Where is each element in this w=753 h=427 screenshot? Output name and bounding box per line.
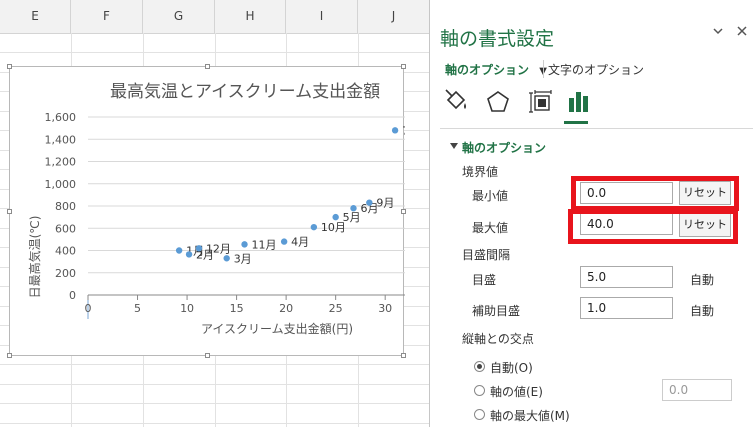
section-divider	[440, 128, 753, 129]
resize-handle-bottom-left[interactable]	[7, 353, 12, 358]
radio-selected-dot	[477, 364, 482, 369]
radio-axis-max[interactable]	[474, 409, 485, 420]
column-header-h[interactable]: H	[215, 0, 286, 33]
spreadsheet-area[interactable]: E F G H I J 最高気温とアイスクリーム支出金額 日最高気温(℃) アイ…	[0, 0, 429, 427]
x-tick-label: 5	[134, 302, 141, 315]
size-properties-icon[interactable]	[527, 88, 555, 116]
major-auto-label: 自動	[690, 273, 715, 287]
data-point	[391, 127, 399, 134]
tab-axis-options[interactable]: 軸のオプション ▼	[445, 61, 547, 78]
column-header-i[interactable]: I	[286, 0, 358, 33]
chart-area[interactable]: 最高気温とアイスクリーム支出金額 日最高気温(℃) アイスクリーム支出金額(円)…	[7, 64, 406, 358]
major-input[interactable]: 5.0	[580, 266, 673, 288]
y-tick-label: 400	[55, 245, 76, 258]
max-label: 最大値	[472, 221, 509, 235]
major-label: 目盛	[472, 273, 497, 287]
x-tick-label: 15	[230, 302, 244, 315]
resize-handle-top[interactable]	[205, 64, 210, 69]
radio-axis-value[interactable]	[474, 385, 485, 396]
resize-handle-bottom-right[interactable]	[401, 353, 406, 358]
y-tick-label: 1,000	[45, 178, 77, 191]
pane-controls	[713, 24, 747, 40]
option-icon-row	[442, 88, 742, 128]
data-point	[195, 245, 203, 252]
resize-handle-top-left[interactable]	[7, 64, 12, 69]
y-axis-label: 日最高気温(℃)	[27, 216, 42, 299]
column-header-g[interactable]: G	[143, 0, 215, 33]
y-tick-label: 600	[55, 222, 76, 235]
min-label: 最小値	[472, 189, 509, 203]
y-tick-label: 800	[55, 200, 76, 213]
data-point	[366, 199, 373, 206]
resize-handle-left[interactable]	[7, 209, 12, 214]
data-label: 12月	[206, 242, 231, 255]
units-heading: 目盛間隔	[462, 248, 511, 262]
minor-label: 補助目盛	[472, 304, 521, 318]
x-tick-label: 25	[329, 302, 343, 315]
radio-axis-value-label[interactable]: 軸の値(E)	[490, 383, 543, 400]
column-header-row: E F G H I J	[0, 0, 429, 34]
radio-auto[interactable]	[474, 361, 485, 372]
radio-axis-max-label[interactable]: 軸の最大値(M)	[490, 407, 570, 424]
data-point	[332, 213, 339, 221]
data-label: 3月	[234, 252, 252, 265]
radio-auto-text: 自動(O)	[490, 361, 533, 375]
radio-auto-label[interactable]: 自動(O)	[490, 359, 533, 376]
x-tick-label: 0	[85, 302, 92, 315]
cross-heading: 縦軸との交点	[462, 332, 534, 346]
y-tick-label: 200	[55, 267, 76, 280]
resize-handle-bottom[interactable]	[205, 353, 210, 358]
data-label: 7.	[402, 124, 405, 137]
tab-text-options[interactable]: 文字のオプション	[548, 61, 644, 78]
data-point	[280, 238, 288, 245]
data-label: 5月	[343, 211, 361, 224]
highlight-min	[571, 176, 739, 211]
collapse-triangle-icon[interactable]	[450, 143, 458, 149]
data-label: 9月	[376, 197, 394, 210]
bar-chart-icon[interactable]	[564, 88, 592, 116]
y-tick-label: 1,200	[45, 156, 77, 169]
data-label: 11月	[252, 238, 277, 251]
resize-handle-top-right[interactable]	[401, 64, 406, 69]
highlight-max	[568, 209, 738, 244]
data-point	[310, 223, 318, 231]
bounds-heading: 境界値	[462, 165, 499, 179]
column-header-e[interactable]: E	[0, 0, 71, 33]
x-tick-label: 30	[378, 302, 392, 315]
data-point	[223, 255, 230, 262]
x-axis-label: アイスクリーム支出金額(円)	[201, 321, 353, 336]
section-axis-options[interactable]: 軸のオプション	[462, 139, 546, 156]
selected-tab-indicator	[564, 121, 588, 124]
column-header-f[interactable]: F	[71, 0, 143, 33]
y-tick-label: 0	[69, 289, 76, 302]
chevron-down-icon[interactable]	[713, 24, 723, 40]
minor-input[interactable]: 1.0	[580, 297, 673, 319]
y-tick-label: 1,400	[45, 133, 77, 146]
close-icon[interactable]	[737, 24, 747, 40]
data-point	[175, 247, 183, 254]
pane-title: 軸の書式設定	[440, 28, 555, 50]
tab-axis-options-label: 軸のオプション	[445, 63, 530, 77]
x-tick-label: 20	[279, 302, 293, 315]
data-point	[350, 205, 357, 212]
data-point	[185, 251, 193, 258]
pentagon-icon[interactable]	[484, 88, 512, 116]
y-tick-label: 1,600	[45, 111, 77, 124]
axis-value-input[interactable]: 0.0	[662, 379, 732, 401]
tab-separator	[543, 60, 544, 78]
paint-bucket-icon[interactable]	[442, 88, 470, 116]
format-axis-pane: 軸の書式設定 軸のオプション ▼ 文字のオプション	[430, 0, 753, 427]
minor-auto-label: 自動	[690, 304, 715, 318]
data-label: 4月	[291, 236, 309, 249]
data-point	[241, 241, 248, 248]
scatter-chart[interactable]: 日最高気温(℃) アイスクリーム支出金額(円) 02004006008001,0…	[10, 67, 405, 357]
x-tick-label: 10	[180, 302, 194, 315]
column-header-j[interactable]: J	[358, 0, 429, 33]
resize-handle-right[interactable]	[401, 209, 406, 214]
